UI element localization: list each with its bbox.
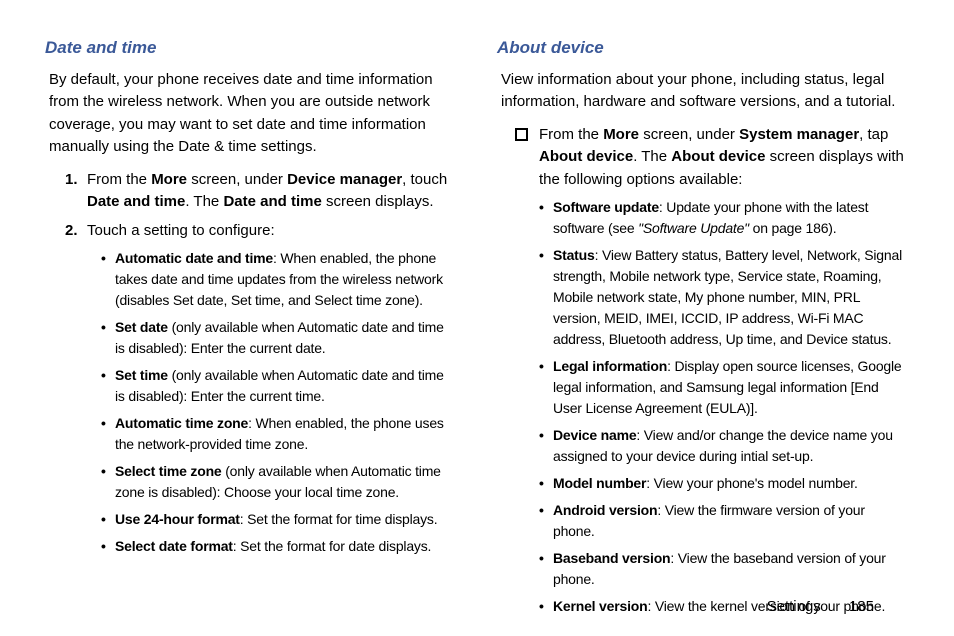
about-device-options: Software update: Update your phone with … xyxy=(539,197,909,617)
page-number: 185 xyxy=(849,598,874,615)
list-item: Software update: Update your phone with … xyxy=(539,197,909,239)
square-bullet-item: From the More screen, under System manag… xyxy=(497,124,909,618)
footer-section: Settings xyxy=(767,598,821,615)
date-time-options: Automatic date and time: When enabled, t… xyxy=(87,248,457,557)
list-item: Select date format: Set the format for d… xyxy=(101,536,457,557)
intro-about-device: View information about your phone, inclu… xyxy=(497,69,909,114)
list-item: Set time (only available when Automatic … xyxy=(101,365,457,407)
step-1-text: From the More screen, under Device manag… xyxy=(87,171,447,211)
page-footer: Settings 185 xyxy=(767,596,874,619)
step-2-label: Touch a setting to configure: xyxy=(87,222,275,239)
list-item: Set date (only available when Automatic … xyxy=(101,317,457,359)
list-item: Automatic date and time: When enabled, t… xyxy=(101,248,457,311)
right-column: About device View information about your… xyxy=(497,35,909,623)
list-item: Device name: View and/or change the devi… xyxy=(539,425,909,467)
list-item: Use 24-hour format: Set the format for t… xyxy=(101,509,457,530)
step-1: 1. From the More screen, under Device ma… xyxy=(65,169,457,214)
steps-list: 1. From the More screen, under Device ma… xyxy=(45,169,457,558)
list-item: Automatic time zone: When enabled, the p… xyxy=(101,413,457,455)
list-item: Baseband version: View the baseband vers… xyxy=(539,548,909,590)
heading-about-device: About device xyxy=(497,35,909,61)
list-item: Status: View Battery status, Battery lev… xyxy=(539,245,909,350)
list-item: Legal information: Display open source l… xyxy=(539,356,909,419)
heading-date-time: Date and time xyxy=(45,35,457,61)
left-column: Date and time By default, your phone rec… xyxy=(45,35,457,623)
step-2: 2. Touch a setting to configure: Automat… xyxy=(65,220,457,558)
intro-date-time: By default, your phone receives date and… xyxy=(45,69,457,159)
list-item: Select time zone (only available when Au… xyxy=(101,461,457,503)
list-item: Model number: View your phone's model nu… xyxy=(539,473,909,494)
list-item: Android version: View the firmware versi… xyxy=(539,500,909,542)
square-text: From the More screen, under System manag… xyxy=(539,126,904,188)
